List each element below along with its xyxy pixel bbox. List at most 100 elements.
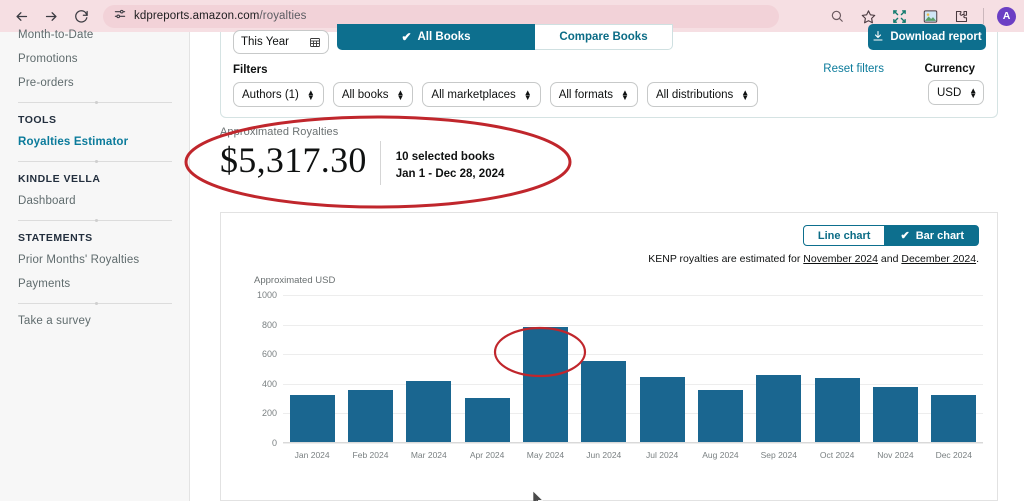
y-axis-tick-label: 0 [271, 438, 277, 448]
royalties-summary: Approximated Royalties $5,317.30 10 sele… [220, 126, 504, 185]
chart-panel: Line chart ✔ Bar chart KENP royalties ar… [220, 212, 998, 501]
bar-column[interactable]: Apr 2024 [458, 294, 516, 460]
bar[interactable] [581, 361, 627, 442]
bar-column[interactable]: Nov 2024 [866, 294, 924, 460]
y-axis-tick-label: 600 [261, 349, 277, 360]
sidebar-item-dashboard[interactable]: Dashboard [18, 189, 189, 213]
stepper-updown-icon: ▲ ▼ [969, 85, 978, 100]
bar[interactable] [639, 376, 685, 442]
kenp-month-2-link[interactable]: December 2024 [901, 253, 976, 265]
toolbar-divider [983, 8, 984, 24]
bar[interactable] [464, 398, 510, 442]
bar[interactable] [347, 390, 393, 442]
site-settings-icon[interactable] [113, 7, 127, 26]
date-range-selector[interactable]: This Year [233, 30, 329, 54]
bar[interactable] [406, 380, 452, 442]
kenp-note-suffix: . [976, 253, 979, 265]
bar-column[interactable]: Aug 2024 [691, 294, 749, 460]
x-axis-tick-label: Aug 2024 [702, 450, 739, 460]
sidebar-divider [18, 302, 172, 305]
stepper-updown-icon: ▲ ▼ [396, 87, 405, 102]
summary-date-range: Jan 1 - Dec 28, 2024 [395, 168, 505, 180]
bar-column[interactable]: Feb 2024 [341, 294, 399, 460]
sidebar-item-take-a-survey[interactable]: Take a survey [18, 309, 189, 333]
bar-column[interactable]: Dec 2024 [925, 294, 983, 460]
filter-formats[interactable]: All formats ▲ ▼ [549, 82, 638, 107]
kenp-note-middle: and [878, 253, 902, 265]
star-bookmark-icon[interactable] [859, 7, 877, 25]
stepper-updown-icon: ▲ ▼ [621, 87, 629, 102]
filter-marketplaces[interactable]: All marketplaces ▲ ▼ [422, 82, 541, 107]
stepper-updown-icon: ▲ ▼ [306, 87, 315, 102]
line-chart-button[interactable]: Line chart [802, 225, 886, 246]
bar[interactable] [872, 387, 918, 442]
sidebar-item-payments[interactable]: Payments [18, 272, 189, 296]
filter-books-label: All books [341, 88, 389, 101]
x-axis-baseline [283, 442, 983, 443]
mouse-cursor [533, 491, 544, 501]
sidebar-section-statements: STATEMENTS [18, 232, 93, 244]
main-content: This Year ✔ All Books Compare Books Down… [184, 24, 1024, 501]
bar[interactable] [756, 375, 802, 442]
bar-column[interactable]: Jul 2024 [633, 294, 691, 460]
sidebar-item-prior-months-royalties[interactable]: Prior Months' Royalties [18, 248, 189, 272]
reset-filters-link[interactable]: Reset filters [823, 63, 884, 75]
x-axis-tick-label: Jun 2024 [586, 450, 622, 460]
x-axis-tick-label: Oct 2024 [819, 450, 855, 460]
tab-row: This Year ✔ All Books Compare Books Down… [233, 24, 986, 56]
bar[interactable] [931, 394, 977, 442]
forward-arrow-icon[interactable] [36, 2, 66, 30]
avatar[interactable]: A [997, 6, 1016, 26]
y-axis-tick-label: 200 [261, 408, 277, 419]
check-icon: ✔ [900, 230, 910, 242]
bar-series: Jan 2024 Feb 2024 Mar 2024 Apr 2024 May 2024… [283, 294, 983, 460]
bar-column[interactable]: Jan 2024 [283, 294, 341, 460]
bar[interactable] [522, 326, 568, 442]
sidebar-divider [18, 101, 172, 104]
tab-all-books[interactable]: ✔ All Books [337, 24, 535, 50]
bar-column[interactable]: Oct 2024 [808, 294, 866, 460]
sidebar-section-kindle-vella: KINDLE VELLA [18, 173, 101, 185]
calendar-icon [309, 36, 321, 48]
bar-column[interactable]: Jun 2024 [575, 294, 633, 460]
search-zoom-icon[interactable] [828, 7, 846, 25]
currency-value: USD [937, 86, 962, 99]
expand-fullscreen-icon[interactable] [890, 7, 908, 25]
sidebar-item-royalties-estimator[interactable]: Royalties Estimator [18, 130, 189, 154]
currency-selector[interactable]: USD ▲ ▼ [928, 80, 984, 105]
filter-books[interactable]: All books ▲ ▼ [332, 82, 414, 107]
x-axis-tick-label: Dec 2024 [935, 450, 972, 460]
address-bar-text: kdpreports.amazon.com/royalties [134, 10, 307, 22]
image-icon[interactable] [921, 7, 939, 25]
filter-distributions[interactable]: All distributions ▲ ▼ [646, 82, 759, 107]
bar-chart-button[interactable]: ✔ Bar chart [885, 225, 979, 246]
download-report-button[interactable]: Download report [868, 24, 986, 50]
bar-column[interactable]: May 2024 [516, 294, 574, 460]
screenshot-root: kdpreports.amazon.com/royalties A Month-… [0, 0, 1024, 501]
bar[interactable] [814, 377, 860, 442]
x-axis-tick-label: Nov 2024 [877, 450, 914, 460]
bar-column[interactable]: Mar 2024 [400, 294, 458, 460]
x-axis-tick-label: May 2024 [526, 450, 565, 460]
bar[interactable] [289, 394, 335, 442]
bar-chart-label: Bar chart [915, 229, 964, 242]
filter-distributions-label: All distributions [655, 88, 734, 101]
sidebar-item-pre-orders[interactable]: Pre-orders [18, 71, 189, 95]
sidebar-item-promotions[interactable]: Promotions [18, 47, 189, 71]
stepper-updown-icon: ▲ ▼ [741, 87, 750, 102]
royalties-amount: $5,317.30 [220, 140, 367, 180]
bar-column[interactable]: Sep 2024 [750, 294, 808, 460]
tab-all-books-label: All Books [417, 31, 471, 43]
bar-chart-plot: 1000 800 600 400 200 0 Jan 2024 Feb 2024 Mar 20… [257, 290, 983, 460]
filter-authors[interactable]: Authors (1) ▲ ▼ [233, 82, 324, 107]
sidebar-item-month-to-date[interactable]: Month-to-Date [18, 28, 189, 47]
extensions-puzzle-icon[interactable] [952, 7, 970, 25]
tab-compare-books[interactable]: Compare Books [535, 24, 673, 50]
selected-books-count: 10 selected books [395, 151, 495, 163]
kenp-month-1-link[interactable]: November 2024 [803, 253, 878, 265]
bar[interactable] [697, 390, 743, 442]
back-arrow-icon[interactable] [6, 2, 36, 30]
date-range-label: This Year [241, 36, 289, 48]
reload-icon[interactable] [66, 2, 96, 30]
page-body: Month-to-Date Promotions Pre-orders TOOL… [0, 24, 1024, 501]
